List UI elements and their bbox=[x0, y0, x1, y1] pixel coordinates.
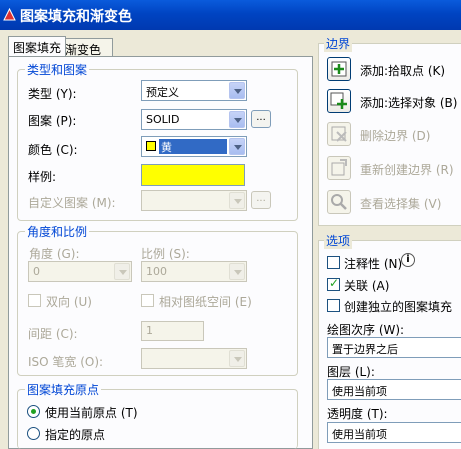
color-select[interactable]: 黄 bbox=[141, 136, 247, 157]
scale-select-value: 100 bbox=[146, 265, 167, 278]
spacing-input[interactable]: 1 bbox=[141, 321, 204, 341]
view-selection-label: 查看选择集 (V) bbox=[360, 197, 442, 211]
angle-select[interactable]: 0 bbox=[28, 261, 132, 282]
recreate-boundary-button[interactable] bbox=[327, 156, 351, 180]
spacing-label: 间距 (C): bbox=[28, 327, 78, 341]
iso-pen-width-select[interactable] bbox=[141, 348, 247, 369]
iso-pen-width-label: ISO 笔宽 (O): bbox=[28, 355, 104, 369]
add-select-objects-button[interactable] bbox=[327, 89, 351, 113]
remove-boundary-button[interactable] bbox=[327, 122, 351, 146]
add-pick-points-button[interactable] bbox=[327, 57, 351, 81]
chevron-down-icon[interactable] bbox=[229, 138, 245, 155]
annotative-label: 注释性 (N) bbox=[344, 257, 403, 271]
chevron-down-icon[interactable] bbox=[114, 263, 130, 280]
transparency-select[interactable]: 使用当前项 bbox=[327, 422, 461, 443]
type-label: 类型 (Y): bbox=[28, 87, 77, 101]
associative-checkbox[interactable] bbox=[327, 276, 340, 291]
chevron-down-icon[interactable] bbox=[229, 82, 245, 99]
custom-pattern-browse-button[interactable]: ... bbox=[251, 191, 271, 209]
add-pick-points-icon bbox=[331, 61, 347, 77]
color-swatch-icon bbox=[146, 141, 156, 151]
add-pick-points-label: 添加:拾取点 (K) bbox=[360, 64, 446, 78]
chevron-down-icon[interactable] bbox=[229, 263, 245, 280]
group-title-type-pattern: 类型和图案 bbox=[25, 61, 90, 78]
angle-select-value: 0 bbox=[33, 265, 40, 278]
chevron-down-icon[interactable] bbox=[229, 192, 245, 209]
associative-label: 关联 (A) bbox=[344, 279, 390, 293]
specified-origin-label: 指定的原点 bbox=[45, 428, 106, 442]
color-label: 颜色 (C): bbox=[28, 143, 78, 157]
window-title: 图案填充和渐变色 bbox=[20, 9, 132, 25]
draw-order-label: 绘图次序 (W): bbox=[327, 323, 405, 337]
pattern-swatch[interactable] bbox=[141, 164, 245, 186]
group-title-options: 选项 bbox=[324, 232, 353, 249]
use-current-origin-label: 使用当前原点 (T) bbox=[45, 406, 138, 420]
group-title-angle-scale: 角度和比例 bbox=[25, 223, 90, 240]
custom-pattern-label: 自定义图案 (M): bbox=[28, 196, 116, 210]
add-select-objects-icon bbox=[330, 92, 347, 109]
group-title-origin: 图案填充原点 bbox=[25, 381, 102, 398]
group-title-boundary: 边界 bbox=[324, 35, 353, 52]
annotative-checkbox[interactable] bbox=[327, 256, 340, 269]
chevron-down-icon[interactable] bbox=[229, 111, 245, 128]
scale-select[interactable]: 100 bbox=[141, 261, 247, 282]
draw-order-select[interactable]: 置于边界之后 bbox=[327, 337, 461, 358]
remove-boundary-icon bbox=[331, 126, 347, 142]
layer-select-value: 使用当前项 bbox=[332, 385, 387, 398]
relative-paper-space-label: 相对图纸空间 (E) bbox=[159, 295, 252, 309]
pattern-label: 图案 (P): bbox=[28, 114, 77, 128]
double-label: 双向 (U) bbox=[46, 295, 92, 309]
type-select-value: 预定义 bbox=[146, 86, 179, 99]
info-icon[interactable]: i bbox=[401, 253, 415, 267]
layer-select[interactable]: 使用当前项 bbox=[327, 379, 461, 400]
double-checkbox[interactable] bbox=[28, 294, 41, 307]
view-selection-button[interactable] bbox=[327, 190, 351, 214]
app-icon bbox=[3, 8, 16, 21]
color-select-value: 黄 bbox=[159, 139, 227, 154]
recreate-boundary-label: 重新创建边界 (R) bbox=[360, 163, 454, 177]
type-select[interactable]: 预定义 bbox=[141, 80, 247, 101]
custom-pattern-select[interactable] bbox=[141, 190, 247, 211]
swatch-label: 样例: bbox=[28, 170, 57, 184]
relative-paper-space-checkbox[interactable] bbox=[141, 294, 154, 307]
remove-boundary-label: 删除边界 (D) bbox=[360, 129, 431, 143]
layer-label: 图层 (L): bbox=[327, 365, 375, 379]
angle-label: 角度 (G): bbox=[29, 247, 80, 261]
specified-origin-radio[interactable] bbox=[27, 427, 40, 440]
add-select-objects-label: 添加:选择对象 (B) bbox=[360, 96, 458, 110]
transparency-select-value: 使用当前项 bbox=[332, 428, 387, 441]
chevron-down-icon[interactable] bbox=[229, 350, 245, 367]
recreate-boundary-icon bbox=[331, 159, 347, 176]
create-independent-checkbox[interactable] bbox=[327, 299, 340, 312]
tab-hatch[interactable]: 图案填充 bbox=[8, 36, 66, 57]
tab-gradient[interactable]: 渐变色 bbox=[60, 38, 113, 57]
create-independent-label: 创建独立的图案填充 bbox=[344, 300, 453, 314]
use-current-origin-radio[interactable] bbox=[27, 405, 40, 418]
transparency-label: 透明度 (T): bbox=[327, 407, 388, 421]
pattern-browse-button[interactable]: ... bbox=[251, 110, 271, 128]
magnifier-icon bbox=[331, 194, 347, 210]
scale-label: 比例 (S): bbox=[141, 247, 190, 261]
pattern-select[interactable]: SOLID bbox=[141, 109, 247, 130]
draw-order-select-value: 置于边界之后 bbox=[332, 343, 398, 356]
pattern-select-value: SOLID bbox=[146, 113, 180, 126]
